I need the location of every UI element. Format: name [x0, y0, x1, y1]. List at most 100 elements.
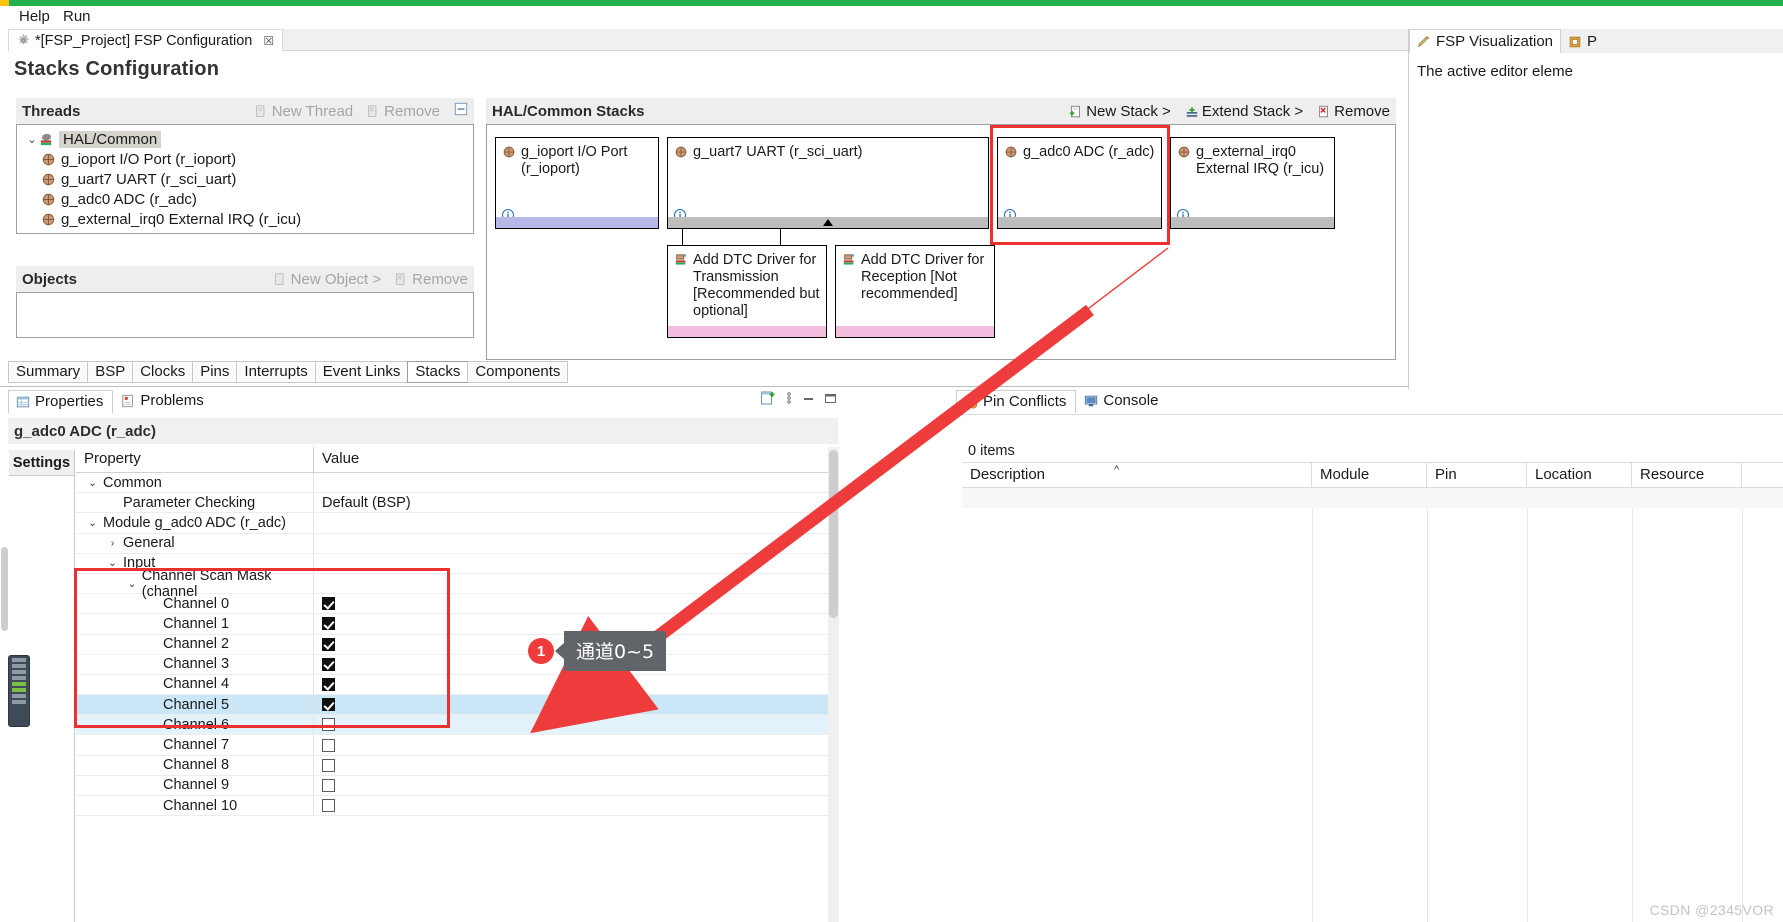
checkbox-checked-icon[interactable] [322, 698, 335, 712]
properties-scrollbar[interactable] [828, 447, 839, 922]
property-row-value[interactable] [314, 534, 838, 553]
tab-pin-conflicts[interactable]: Pin Conflicts [956, 390, 1077, 413]
menu-item-help[interactable]: Help [14, 7, 55, 26]
tab-properties[interactable]: Properties [8, 390, 114, 413]
tree-node-external-irq0[interactable]: g_external_irq0 External IRQ (r_icu) [17, 209, 473, 229]
stack-child-dtc-reception[interactable]: Add DTC Driver for Reception [Not recomm… [835, 245, 995, 338]
properties-table[interactable]: Property Value ⌄ Common Parameter Checking… [76, 447, 838, 922]
tab-summary[interactable]: Summary [8, 361, 89, 383]
stack-box-uart7[interactable]: g_uart7 UART (r_sci_uart) [667, 137, 989, 229]
stacks-canvas[interactable]: g_ioport I/O Port (r_ioport) g_uart7 UAR… [486, 124, 1396, 360]
tab-stacks[interactable]: Stacks [407, 361, 469, 383]
property-row-value[interactable] [314, 554, 838, 573]
property-row-value[interactable] [314, 473, 838, 492]
stack-box-ioport[interactable]: g_ioport I/O Port (r_ioport) [495, 137, 659, 229]
property-row[interactable]: Channel 6 [76, 715, 838, 736]
tab-fsp-visualization[interactable]: FSP Visualization [1409, 29, 1562, 53]
column-header-description[interactable]: Description ^ [962, 463, 1312, 487]
column-header-module[interactable]: Module [1312, 463, 1427, 487]
remove-stack-button[interactable]: Remove [1317, 103, 1390, 120]
editor-tab-fsp-configuration[interactable]: *[FSP_Project] FSP Configuration ☒ [8, 29, 284, 51]
property-row[interactable]: Channel 2 [76, 634, 838, 655]
checkbox-unchecked-icon[interactable] [322, 778, 335, 792]
checkbox-checked-icon[interactable] [322, 657, 335, 671]
checkbox-checked-icon[interactable] [322, 677, 335, 691]
properties-scrollbar-thumb[interactable] [829, 450, 838, 618]
property-row-value[interactable] [314, 715, 838, 734]
property-row[interactable]: ⌄ Common [76, 473, 838, 494]
checkbox-checked-icon[interactable] [322, 597, 335, 611]
property-row-value[interactable] [314, 695, 838, 714]
stack-box-adc0[interactable]: g_adc0 ADC (r_adc) [997, 137, 1162, 229]
chevron-down-icon[interactable]: ⌄ [86, 477, 99, 489]
tab-package[interactable]: P [1561, 30, 1604, 53]
property-row[interactable]: Channel 9 [76, 775, 838, 796]
property-row-value[interactable] [314, 796, 838, 815]
menu-item-run[interactable]: Run [58, 7, 96, 26]
property-row-value[interactable] [314, 776, 838, 795]
stack-box-external-irq0[interactable]: g_external_irq0 External IRQ (r_icu) [1170, 137, 1335, 229]
property-row-value[interactable]: Default (BSP) [314, 493, 838, 512]
tab-interrupts[interactable]: Interrupts [236, 361, 316, 383]
perspective-dock-icon[interactable] [8, 655, 30, 727]
column-header-value[interactable]: Value [314, 447, 838, 472]
tab-components[interactable]: Components [467, 361, 569, 383]
chevron-down-icon[interactable]: ⌄ [25, 133, 39, 146]
collapse-all-icon[interactable] [454, 102, 468, 120]
checkbox-unchecked-icon[interactable] [322, 738, 335, 752]
minimize-icon[interactable] [802, 392, 815, 409]
tree-node-ioport[interactable]: g_ioport I/O Port (r_ioport) [17, 149, 473, 169]
checkbox-checked-icon[interactable] [322, 637, 335, 651]
property-row-value[interactable] [314, 574, 838, 593]
checkbox-unchecked-icon[interactable] [322, 799, 335, 813]
threads-tree[interactable]: ⌄ HAL/Common g_ioport I/O Port (r_ioport… [16, 124, 474, 234]
property-row[interactable]: › General [76, 533, 838, 554]
tree-node-hal-common[interactable]: ⌄ HAL/Common [17, 129, 473, 149]
checkbox-checked-icon[interactable] [322, 617, 335, 631]
tab-clocks[interactable]: Clocks [132, 361, 194, 383]
chevron-right-icon[interactable]: › [106, 537, 119, 549]
property-row[interactable]: Channel 5 [76, 695, 838, 716]
tab-event-links[interactable]: Event Links [314, 361, 409, 383]
expand-up-icon[interactable] [823, 219, 833, 226]
left-scrollbar[interactable] [0, 500, 9, 800]
tab-settings[interactable]: Settings [9, 450, 75, 476]
tab-pins[interactable]: Pins [192, 361, 238, 383]
property-row-value[interactable] [314, 513, 838, 532]
property-row[interactable]: Channel 1 [76, 614, 838, 635]
property-row[interactable]: Channel 0 [76, 594, 838, 615]
property-row[interactable]: Channel 10 [76, 796, 838, 817]
new-stack-button[interactable]: New Stack > [1069, 103, 1171, 120]
chevron-down-icon[interactable]: ⌄ [86, 517, 99, 529]
remove-object-button[interactable]: Remove [395, 271, 468, 288]
column-header-pin[interactable]: Pin [1427, 463, 1527, 487]
property-row-value[interactable] [314, 675, 838, 694]
new-thread-button[interactable]: New Thread [255, 103, 353, 120]
close-icon[interactable]: ☒ [263, 34, 274, 48]
maximize-icon[interactable] [824, 392, 837, 409]
tab-console[interactable]: Console [1076, 389, 1168, 413]
property-row[interactable]: ⌄ Channel Scan Mask (channel [76, 568, 838, 600]
checkbox-unchecked-icon[interactable] [322, 758, 335, 772]
column-header-resource[interactable]: Resource [1632, 463, 1742, 487]
property-row[interactable]: Channel 3 [76, 654, 838, 675]
column-header-property[interactable]: Property [76, 447, 314, 472]
property-row-value[interactable] [314, 594, 838, 613]
left-scrollbar-thumb[interactable] [1, 547, 8, 631]
new-properties-view-icon[interactable] [760, 390, 776, 410]
chevron-down-icon[interactable]: ⌄ [126, 578, 138, 590]
property-row[interactable]: Parameter Checking Default (BSP) [76, 493, 838, 514]
stack-child-dtc-transmission[interactable]: Add DTC Driver for Transmission [Recomme… [667, 245, 827, 338]
tab-bsp[interactable]: BSP [87, 361, 134, 383]
tree-node-adc0[interactable]: g_adc0 ADC (r_adc) [17, 189, 473, 209]
property-row[interactable]: Channel 8 [76, 755, 838, 776]
property-row[interactable]: ⌄ Module g_adc0 ADC (r_adc) [76, 513, 838, 534]
tree-node-uart7[interactable]: g_uart7 UART (r_sci_uart) [17, 169, 473, 189]
pin-conflicts-grid[interactable] [962, 488, 1783, 922]
property-row[interactable]: Channel 7 [76, 735, 838, 756]
chevron-down-icon[interactable]: ⌄ [106, 557, 119, 569]
property-row-value[interactable] [314, 756, 838, 775]
objects-list[interactable] [16, 292, 474, 338]
view-menu-icon[interactable] [785, 390, 793, 410]
remove-thread-button[interactable]: Remove [367, 103, 440, 120]
